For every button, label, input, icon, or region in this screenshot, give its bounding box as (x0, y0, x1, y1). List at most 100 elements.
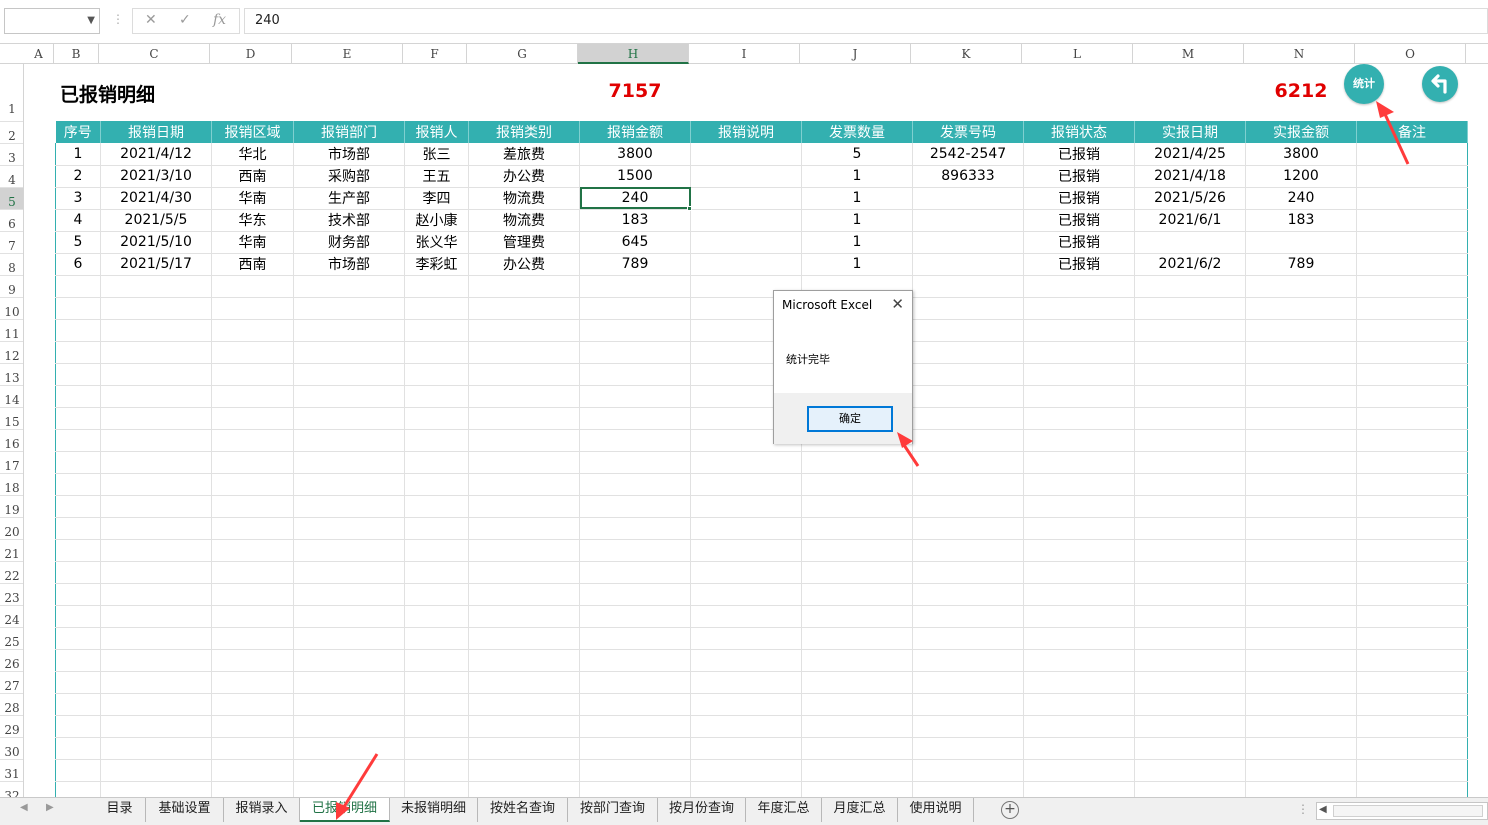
table-cell[interactable] (1245, 319, 1357, 342)
table-cell[interactable] (293, 715, 405, 738)
table-cell[interactable] (801, 605, 913, 628)
table-cell[interactable] (468, 539, 580, 562)
table-cell[interactable] (293, 627, 405, 650)
name-box[interactable]: ▼ (4, 8, 100, 34)
table-cell[interactable] (1356, 429, 1468, 452)
row-header-7[interactable]: 7 (0, 232, 23, 254)
table-cell[interactable] (690, 627, 802, 650)
table-cell[interactable] (293, 539, 405, 562)
table-cell[interactable] (1245, 671, 1357, 694)
table-cell[interactable] (404, 781, 469, 797)
worksheet[interactable]: 已报销明细 7157 6212 统计 序号 报销日期 报销区域 报销部门 报销人 报销类别… (24, 64, 1488, 797)
table-cell[interactable] (579, 407, 691, 430)
table-cell[interactable] (55, 715, 101, 738)
table-cell[interactable] (100, 693, 212, 716)
table-cell[interactable]: 1 (55, 143, 101, 166)
table-cell[interactable] (579, 495, 691, 518)
table-cell[interactable] (468, 429, 580, 452)
table-cell[interactable] (404, 737, 469, 760)
table-cell[interactable] (100, 561, 212, 584)
table-cell[interactable]: 财务部 (293, 231, 405, 254)
table-cell[interactable] (1023, 495, 1135, 518)
table-cell[interactable] (293, 451, 405, 474)
table-cell[interactable] (912, 517, 1024, 540)
table-cell[interactable] (100, 759, 212, 782)
stat-button[interactable]: 统计 (1344, 64, 1384, 104)
table-cell[interactable] (100, 363, 212, 386)
table-cell[interactable] (690, 715, 802, 738)
scrollbar-thumb[interactable] (1333, 805, 1483, 817)
sheet-tab[interactable]: 按姓名查询 (478, 798, 568, 822)
table-cell[interactable] (1134, 231, 1246, 254)
tab-scroll-left-icon[interactable]: ◀ (20, 802, 28, 813)
sheet-tab[interactable]: 按月份查询 (658, 798, 746, 822)
table-cell[interactable] (1023, 407, 1135, 430)
table-cell[interactable] (1245, 627, 1357, 650)
table-cell[interactable] (579, 429, 691, 452)
table-cell[interactable]: 2021/5/10 (100, 231, 212, 254)
table-cell[interactable] (579, 737, 691, 760)
table-cell[interactable] (404, 605, 469, 628)
table-cell[interactable] (211, 759, 294, 782)
table-cell[interactable] (211, 693, 294, 716)
table-cell[interactable] (912, 715, 1024, 738)
row-header-25[interactable]: 25 (0, 628, 23, 650)
table-cell[interactable] (1356, 495, 1468, 518)
table-cell[interactable] (55, 583, 101, 606)
table-cell[interactable] (690, 605, 802, 628)
table-cell[interactable] (1023, 583, 1135, 606)
table-cell[interactable] (801, 737, 913, 760)
row-header-32[interactable]: 32 (0, 782, 23, 797)
table-cell[interactable] (1356, 473, 1468, 496)
table-cell[interactable] (468, 473, 580, 496)
table-cell[interactable] (690, 737, 802, 760)
column-header-k[interactable]: K (911, 44, 1022, 64)
table-cell[interactable]: 3800 (579, 143, 691, 166)
table-cell[interactable] (912, 495, 1024, 518)
table-cell[interactable] (579, 561, 691, 584)
row-header-30[interactable]: 30 (0, 738, 23, 760)
table-cell[interactable] (211, 495, 294, 518)
table-cell[interactable] (1245, 539, 1357, 562)
table-cell[interactable] (468, 737, 580, 760)
table-cell[interactable] (55, 759, 101, 782)
table-cell[interactable] (293, 363, 405, 386)
table-cell[interactable] (801, 517, 913, 540)
table-cell[interactable]: 李四 (404, 187, 469, 210)
table-cell[interactable] (912, 363, 1024, 386)
table-cell[interactable] (1356, 253, 1468, 276)
row-header-9[interactable]: 9 (0, 276, 23, 298)
table-cell[interactable] (801, 781, 913, 797)
table-cell[interactable] (211, 275, 294, 298)
table-cell[interactable] (211, 583, 294, 606)
table-cell[interactable] (1245, 759, 1357, 782)
table-cell[interactable] (55, 385, 101, 408)
table-cell[interactable] (1134, 693, 1246, 716)
table-cell[interactable] (1023, 451, 1135, 474)
table-cell[interactable] (100, 297, 212, 320)
sheet-tab[interactable]: 按部门查询 (568, 798, 658, 822)
column-header-j[interactable]: J (800, 44, 911, 64)
table-cell[interactable] (1134, 605, 1246, 628)
table-cell[interactable] (1023, 363, 1135, 386)
table-cell[interactable] (1356, 363, 1468, 386)
table-cell[interactable] (1356, 561, 1468, 584)
row-header-22[interactable]: 22 (0, 562, 23, 584)
table-cell[interactable]: 办公费 (468, 165, 580, 188)
row-header-20[interactable]: 20 (0, 518, 23, 540)
table-cell[interactable] (55, 297, 101, 320)
table-cell[interactable] (1134, 517, 1246, 540)
table-cell[interactable] (100, 671, 212, 694)
table-cell[interactable] (100, 583, 212, 606)
table-cell[interactable]: 2021/5/5 (100, 209, 212, 232)
table-cell[interactable] (211, 517, 294, 540)
table-cell[interactable] (1245, 649, 1357, 672)
row-header-2[interactable]: 2 (0, 122, 23, 144)
table-cell[interactable]: 6 (55, 253, 101, 276)
table-cell[interactable] (55, 363, 101, 386)
table-cell[interactable] (1023, 715, 1135, 738)
table-cell[interactable] (1245, 693, 1357, 716)
table-cell[interactable]: 2542-2547 (912, 143, 1024, 166)
table-cell[interactable] (55, 649, 101, 672)
table-cell[interactable]: 2021/4/18 (1134, 165, 1246, 188)
